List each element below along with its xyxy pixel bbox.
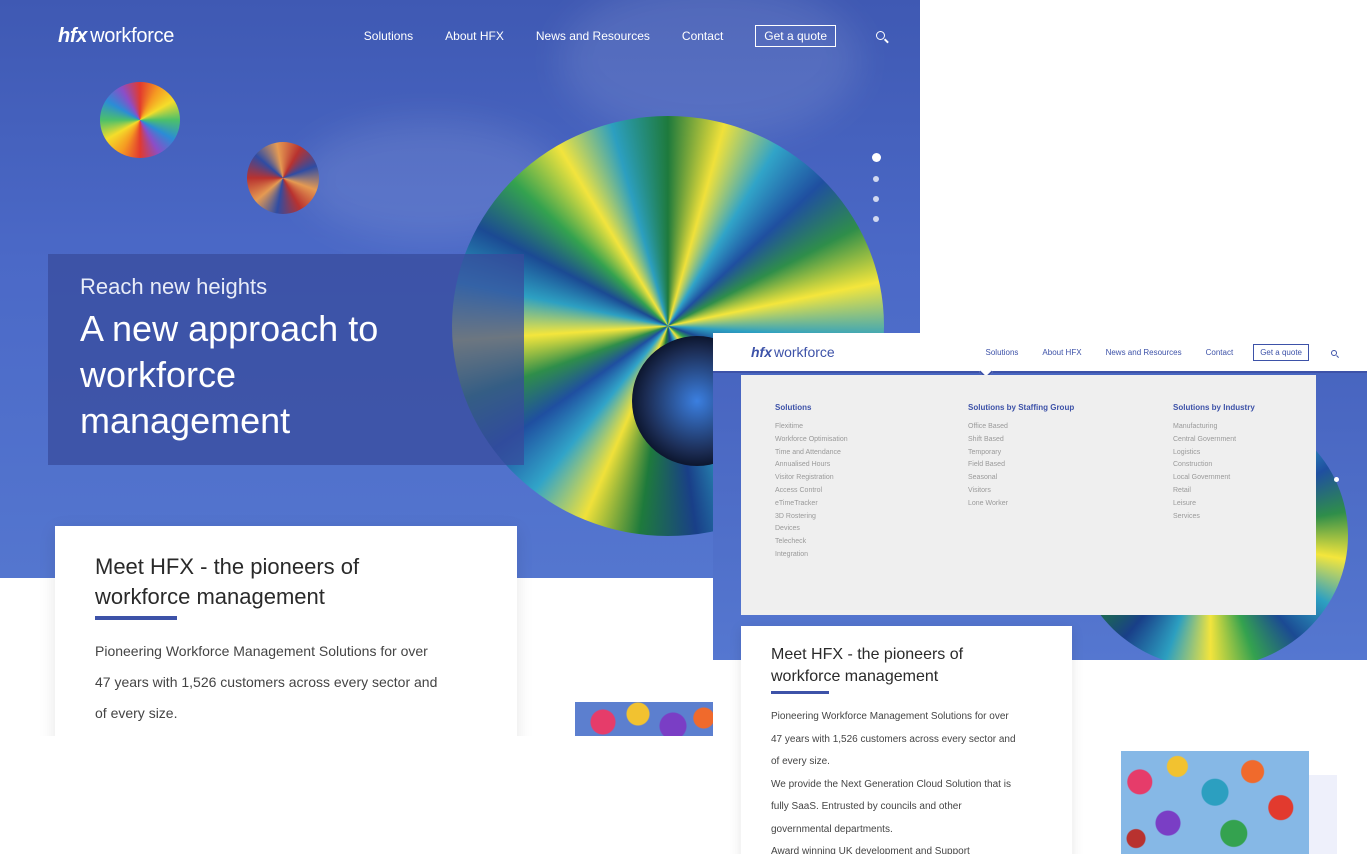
nav-about-link[interactable]: About HFX <box>1042 348 1081 357</box>
menu-link[interactable]: Shift Based <box>968 434 1074 447</box>
carousel-dot[interactable] <box>873 196 879 202</box>
carousel-dot-active[interactable] <box>1334 477 1339 482</box>
intro-line: governmental departments. <box>771 823 893 835</box>
menu-link[interactable]: Time and Attendance <box>775 447 848 460</box>
menu-link[interactable]: Retail <box>1173 485 1255 498</box>
hot-air-balloon-image <box>247 142 319 214</box>
nav-links: Solutions About HFX News and Resources C… <box>962 343 1337 361</box>
menu-link[interactable]: Construction <box>1173 459 1255 472</box>
mega-menu-column-staffing-group: Solutions by Staffing Group Office Based… <box>968 403 1074 511</box>
balloons-thumbnail-image <box>1121 751 1309 854</box>
carousel-dot[interactable] <box>873 216 879 222</box>
menu-link[interactable]: Central Government <box>1173 434 1255 447</box>
menu-link[interactable]: Visitor Registration <box>775 472 848 485</box>
solutions-mega-menu: Solutions Flexitime Workforce Optimisati… <box>741 375 1316 615</box>
hfx-logo[interactable]: hfx workforce <box>751 344 835 360</box>
menu-link[interactable]: Annualised Hours <box>775 459 848 472</box>
menu-link[interactable]: Telecheck <box>775 536 848 549</box>
nav-solutions-link[interactable]: Solutions <box>364 29 413 43</box>
menu-link[interactable]: Logistics <box>1173 447 1255 460</box>
menu-link[interactable]: Visitors <box>968 485 1074 498</box>
column-heading: Solutions <box>775 403 812 412</box>
menu-link[interactable]: Workforce Optimisation <box>775 434 848 447</box>
intro-title: Meet HFX - the pioneers of workforce man… <box>771 646 964 685</box>
intro-line: 47 years with 1,526 customers across eve… <box>95 674 438 690</box>
search-icon <box>876 31 885 40</box>
mega-menu-screenshot: hfx workforce Solutions About HFX News a… <box>713 333 1367 854</box>
intro-line: We provide the Next Generation Cloud Sol… <box>771 778 1011 790</box>
menu-link[interactable]: Devices <box>775 523 848 536</box>
intro-line: of every size. <box>95 705 178 721</box>
cloud-decoration <box>560 0 860 140</box>
intro-line: 47 years with 1,526 customers across eve… <box>771 733 1016 745</box>
main-navigation: hfx workforce Solutions About HFX News a… <box>58 22 890 50</box>
hfx-logo[interactable]: hfx workforce <box>58 25 174 48</box>
menu-link[interactable]: eTimeTracker <box>775 498 848 511</box>
hero-headline: A new approach to workforce management <box>80 308 379 441</box>
menu-link[interactable]: Integration <box>775 549 848 562</box>
search-button[interactable] <box>1331 343 1337 361</box>
nav-solutions-link[interactable]: Solutions <box>986 348 1019 357</box>
menu-link[interactable]: 3D Rostering <box>775 511 848 524</box>
intro-card: Meet HFX - the pioneers of workforce man… <box>55 526 517 736</box>
menu-link[interactable]: Manufacturing <box>1173 421 1255 434</box>
intro-line: of every size. <box>771 756 830 767</box>
logo-wordmark: workforce <box>774 344 835 360</box>
carousel-dot-active[interactable] <box>871 153 881 162</box>
intro-line: Award winning UK development and Support <box>771 846 970 854</box>
intro-body: Pioneering Workforce Management Solution… <box>771 706 1042 854</box>
column-heading: Solutions by Industry <box>1173 403 1255 412</box>
nav-contact-link[interactable]: Contact <box>682 29 723 43</box>
title-underline <box>771 691 829 694</box>
menu-link[interactable]: Lone Worker <box>968 498 1074 511</box>
menu-link[interactable]: Field Based <box>968 459 1074 472</box>
main-navigation: hfx workforce Solutions About HFX News a… <box>713 333 1367 373</box>
intro-line: fully SaaS. Entrusted by councils and ot… <box>771 801 962 812</box>
nav-about-link[interactable]: About HFX <box>445 29 504 43</box>
logo-mark: hfx <box>58 24 88 47</box>
get-a-quote-button[interactable]: Get a quote <box>1253 343 1309 361</box>
menu-link[interactable]: Office Based <box>968 421 1074 434</box>
hero-kicker: Reach new heights <box>80 274 268 299</box>
menu-link[interactable]: Flexitime <box>775 421 848 434</box>
carousel-pagination <box>871 153 881 236</box>
menu-link[interactable]: Services <box>1173 511 1255 524</box>
decorative-block <box>1309 775 1337 854</box>
column-heading: Solutions by Staffing Group <box>968 403 1075 412</box>
menu-link[interactable]: Seasonal <box>968 472 1074 485</box>
intro-card: Meet HFX - the pioneers of workforce man… <box>741 626 1072 854</box>
intro-body: Pioneering Workforce Management Solution… <box>95 636 477 729</box>
nav-news-link[interactable]: News and Resources <box>536 29 650 43</box>
mega-menu-column-industry: Solutions by Industry Manufacturing Cent… <box>1173 403 1255 523</box>
intro-title: Meet HFX - the pioneers of workforce man… <box>95 554 360 609</box>
search-button[interactable] <box>876 29 890 43</box>
intro-line: Pioneering Workforce Management Solution… <box>95 643 428 659</box>
mega-menu-column-solutions: Solutions Flexitime Workforce Optimisati… <box>775 403 848 562</box>
balloons-thumbnail-image <box>575 702 715 736</box>
menu-link[interactable]: Temporary <box>968 447 1074 460</box>
carousel-dot[interactable] <box>873 176 879 182</box>
nav-news-link[interactable]: News and Resources <box>1106 348 1182 357</box>
nav-links: Solutions About HFX News and Resources C… <box>332 25 890 47</box>
search-icon <box>1331 350 1337 356</box>
menu-link[interactable]: Access Control <box>775 485 848 498</box>
menu-link[interactable]: Leisure <box>1173 498 1255 511</box>
logo-wordmark: workforce <box>90 24 175 47</box>
get-a-quote-button[interactable]: Get a quote <box>755 25 836 47</box>
hot-air-balloon-image <box>100 82 180 158</box>
menu-link[interactable]: Local Government <box>1173 472 1255 485</box>
logo-mark: hfx <box>751 344 772 360</box>
title-underline <box>95 616 177 620</box>
intro-line: Pioneering Workforce Management Solution… <box>771 711 1009 722</box>
nav-contact-link[interactable]: Contact <box>1206 348 1234 357</box>
hero-text-panel: Reach new heights A new approach to work… <box>48 254 524 465</box>
